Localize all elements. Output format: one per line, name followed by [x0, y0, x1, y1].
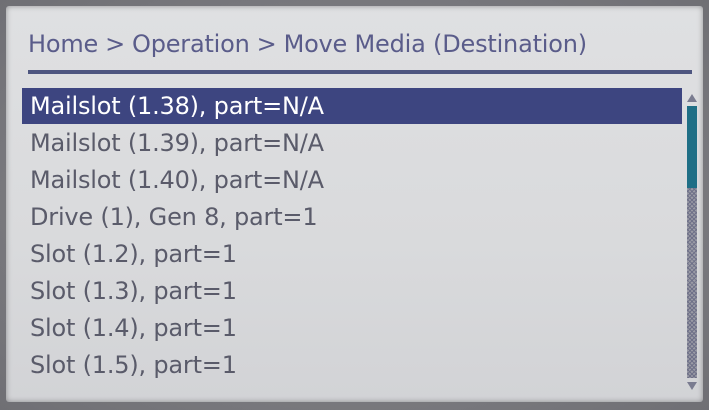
header-divider	[28, 70, 692, 74]
lcd-screen: Home > Operation > Move Media (Destination) …	[6, 6, 703, 402]
breadcrumb-home[interactable]: Home	[28, 30, 98, 58]
list-item[interactable]: Mailslot (1.40), part=N/A	[22, 162, 682, 198]
breadcrumb-operation[interactable]: Operation	[132, 30, 250, 58]
list-item[interactable]: Slot (1.4), part=1	[22, 310, 682, 346]
list-item[interactable]: Drive (1), Gen 8, part=1	[22, 199, 682, 235]
breadcrumb-separator: >	[256, 30, 277, 58]
scroll-thumb[interactable]	[687, 106, 697, 188]
list-item-selected[interactable]: Mailslot (1.38), part=N/A	[22, 88, 682, 124]
list-item[interactable]: Slot (1.5), part=1	[22, 347, 682, 383]
arrow-up-icon[interactable]	[687, 94, 697, 102]
breadcrumb-current: Move Media (Destination)	[283, 30, 588, 58]
list-item[interactable]: Slot (1.2), part=1	[22, 236, 682, 272]
breadcrumb-separator: >	[105, 30, 125, 58]
destination-list[interactable]: Mailslot (1.38), part=N/A Mailslot (1.39…	[22, 88, 682, 388]
scrollbar[interactable]	[686, 92, 698, 392]
list-item[interactable]: Slot (1.3), part=1	[22, 273, 682, 309]
arrow-down-icon[interactable]	[687, 382, 697, 390]
breadcrumb: Home > Operation > Move Media (Destination)	[28, 30, 587, 58]
list-item[interactable]: Mailslot (1.39), part=N/A	[22, 125, 682, 161]
device-bezel: Home > Operation > Move Media (Destination) …	[0, 0, 709, 410]
